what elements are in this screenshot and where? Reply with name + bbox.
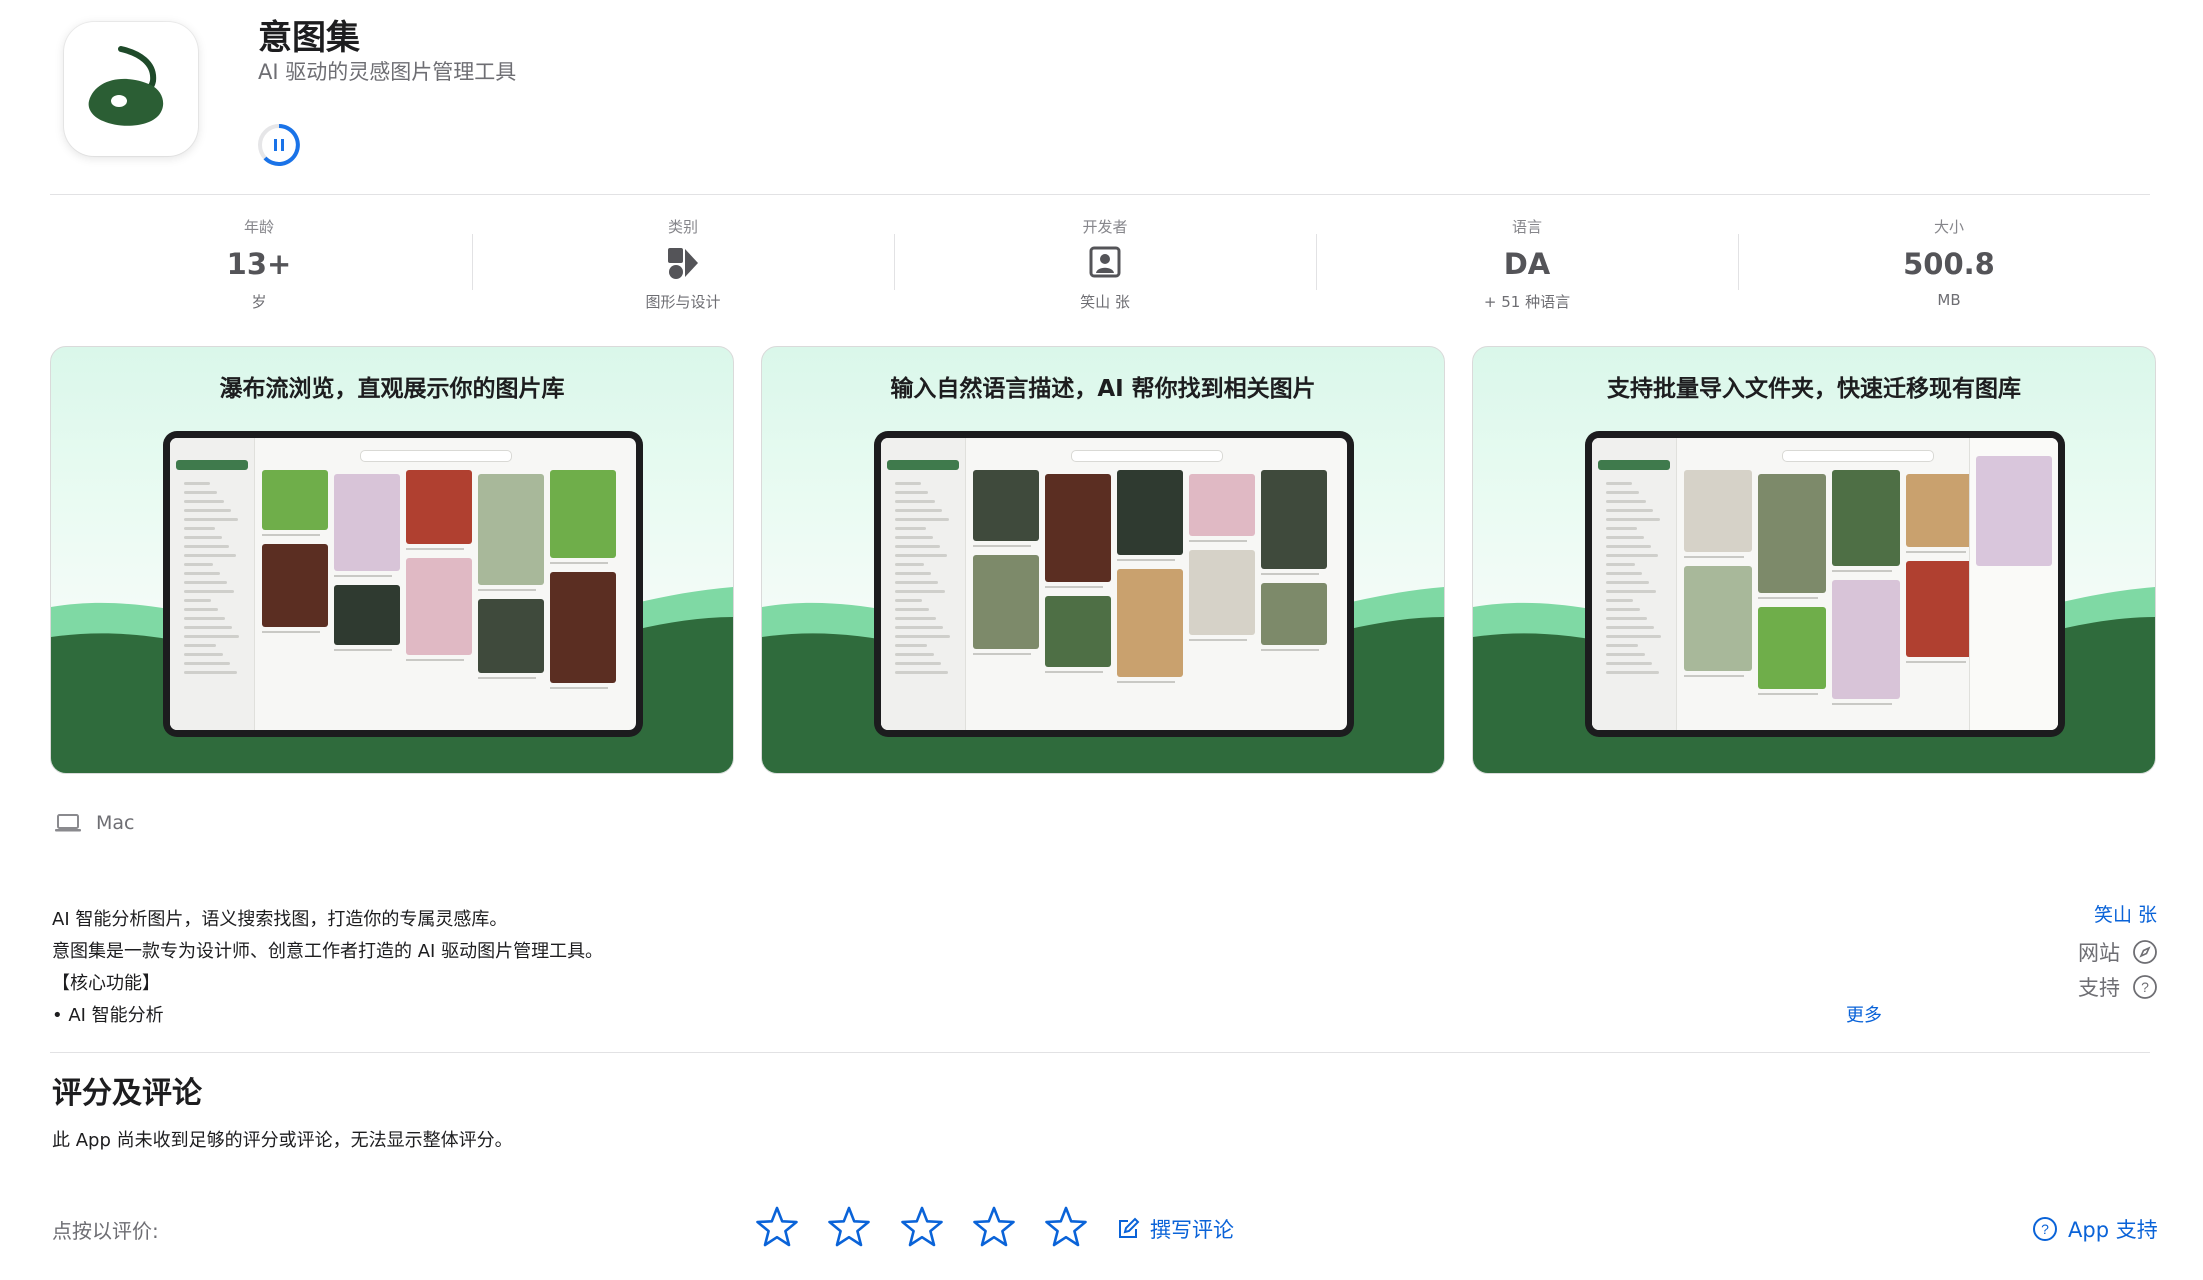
info-age: 年龄 13+ 岁 [48, 212, 470, 312]
rating-star-1[interactable] [754, 1204, 800, 1250]
star-outline-icon [901, 1206, 943, 1247]
info-age-label: 年龄 [243, 218, 274, 236]
rating-star-5[interactable] [1043, 1204, 1089, 1250]
app-subtitle: AI 驱动的灵感图片管理工具 [258, 60, 517, 84]
info-age-value: 13+ [226, 247, 292, 281]
info-age-sub: 岁 [251, 293, 267, 311]
svg-text:?: ? [2041, 1221, 2049, 1237]
info-category: 类别 图形与设计 [472, 212, 894, 312]
rating-star-3[interactable] [899, 1204, 945, 1250]
info-language-sub: + 51 种语言 [1483, 293, 1571, 311]
svg-text:?: ? [2141, 979, 2149, 995]
brush-leaf-logo-icon [88, 46, 164, 126]
pause-progress-icon [258, 124, 300, 166]
compass-icon [2133, 940, 2157, 964]
app-description: AI 智能分析图片，语义搜索找图，打造你的专属灵感库。 意图集是一款专为设计师、… [52, 904, 603, 1032]
question-circle-icon: ? [2133, 975, 2157, 999]
star-outline-icon [1045, 1206, 1087, 1247]
more-link[interactable]: 更多 [1846, 1001, 1882, 1027]
website-label: 网站 [2078, 941, 2120, 965]
write-review-button[interactable]: 撰写评论 [1116, 1214, 1234, 1244]
info-size-sub: MB [1937, 291, 1961, 309]
info-developer: 开发者 笑山 张 [894, 212, 1316, 312]
info-developer-sub: 笑山 张 [1080, 293, 1130, 311]
info-language: 语言 DA + 51 种语言 [1316, 212, 1738, 312]
info-size-value: 500.8 [1903, 247, 1995, 281]
star-outline-icon [756, 1206, 798, 1247]
description-line: • AI 智能分析 [52, 1005, 164, 1026]
info-category-sub: 图形与设计 [645, 293, 721, 311]
description-line: 【核心功能】 [52, 973, 160, 994]
info-size: 大小 500.8 MB [1738, 212, 2160, 312]
star-outline-icon [828, 1206, 870, 1247]
screenshot-1[interactable]: 瀑布流浏览，直观展示你的图片库 [50, 346, 734, 774]
section-divider [50, 1052, 2150, 1053]
support-label: 支持 [2078, 976, 2120, 1000]
info-language-value: DA [1503, 247, 1551, 281]
ratings-note: 此 App 尚未收到足够的评分或评论，无法显示整体评分。 [52, 1130, 513, 1151]
rating-star-4[interactable] [971, 1204, 1017, 1250]
developer-icon [1089, 246, 1121, 278]
screenshot-3[interactable]: 支持批量导入文件夹，快速迁移现有图库 [1472, 346, 2156, 774]
info-developer-label: 开发者 [1082, 218, 1128, 236]
website-link[interactable]: 网站 [2078, 937, 2158, 967]
download-progress-button[interactable] [256, 122, 302, 168]
app-icon [64, 22, 198, 156]
info-language-label: 语言 [1511, 218, 1542, 236]
tap-to-rate-label: 点按以评价: [52, 1219, 159, 1243]
star-outline-icon [973, 1206, 1015, 1247]
rating-star-2[interactable] [826, 1204, 872, 1250]
info-size-label: 大小 [1933, 218, 1964, 236]
screenshot-2[interactable]: 输入自然语言描述，AI 帮你找到相关图片 [761, 346, 1445, 774]
question-circle-icon: ? [2033, 1217, 2057, 1241]
laptop-icon [55, 814, 81, 832]
app-support-button[interactable]: ? App 支持 [2032, 1214, 2158, 1244]
app-support-label: App 支持 [2068, 1218, 2158, 1242]
description-line: 意图集是一款专为设计师、创意工作者打造的 AI 驱动图片管理工具。 [52, 941, 604, 962]
developer-link[interactable]: 笑山 张 [2094, 900, 2157, 927]
description-line: AI 智能分析图片，语义搜索找图，打造你的专属灵感库。 [52, 909, 508, 930]
design-category-icon [668, 248, 698, 279]
compose-icon [1119, 1217, 1140, 1238]
ratings-title: 评分及评论 [52, 1076, 202, 1111]
platform-row: Mac [54, 812, 134, 834]
support-link[interactable]: 支持 ? [2078, 972, 2158, 1002]
app-title: 意图集 [258, 18, 360, 58]
write-review-label: 撰写评论 [1150, 1218, 1234, 1242]
header-divider [50, 194, 2150, 195]
platform-label: Mac [96, 812, 135, 834]
info-category-label: 类别 [667, 218, 698, 236]
